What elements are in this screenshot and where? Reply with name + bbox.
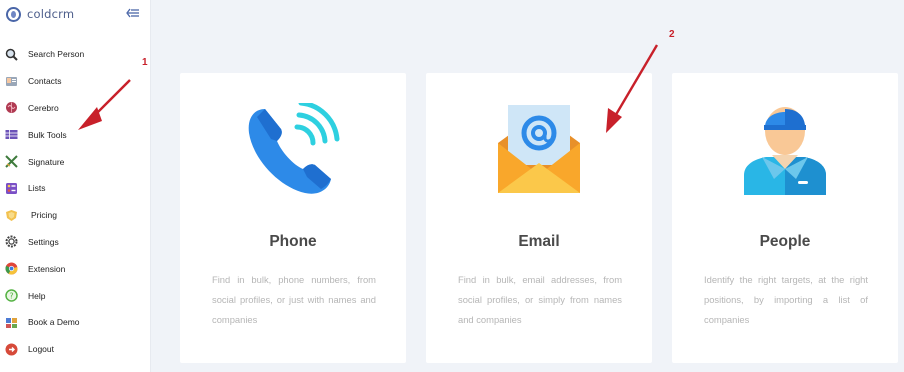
sidebar-item-extension[interactable]: Extension <box>0 255 151 282</box>
sidebar: coldcrm Search Person Contacts Cerebro B… <box>0 0 151 372</box>
bulk-tools-icon <box>5 130 18 140</box>
collapse-menu-icon[interactable] <box>126 6 140 20</box>
sidebar-item-cerebro[interactable]: Cerebro <box>0 95 151 122</box>
settings-icon <box>5 235 18 248</box>
lists-icon <box>6 182 17 194</box>
sidebar-item-book-a-demo[interactable]: Book a Demo <box>0 309 151 336</box>
card-title-phone: Phone <box>269 233 317 250</box>
brand-name: coldcrm <box>27 7 75 21</box>
search-person-icon <box>5 48 18 61</box>
signature-icon <box>5 155 18 168</box>
book-demo-icon <box>6 317 17 328</box>
sidebar-item-contacts[interactable]: Contacts <box>0 68 151 95</box>
sidebar-item-settings[interactable]: Settings <box>0 229 151 256</box>
annotation-label-2: 2 <box>669 29 675 40</box>
coldcrm-logo-icon <box>6 6 21 22</box>
pricing-icon <box>6 209 17 221</box>
sidebar-item-help[interactable]: ? Help <box>0 282 151 309</box>
card-title-people: People <box>759 233 811 250</box>
sidebar-nav: Search Person Contacts Cerebro Bulk Tool… <box>0 41 151 363</box>
person-icon <box>744 107 826 195</box>
sidebar-item-bulk-tools[interactable]: Bulk Tools <box>0 121 151 148</box>
sidebar-item-search-person[interactable]: Search Person <box>0 41 151 68</box>
contacts-icon <box>6 76 17 86</box>
card-description-people: Identify the right targets, at the right… <box>704 274 868 325</box>
people-card[interactable]: People Identify the right targets, at th… <box>672 73 898 363</box>
svg-text:?: ? <box>9 292 13 301</box>
extension-icon <box>5 262 18 275</box>
sidebar-item-lists[interactable]: Lists <box>0 175 151 202</box>
annotation-label-1: 1 <box>142 57 148 68</box>
sidebar-item-signature[interactable]: Signature <box>0 148 151 175</box>
card-description-email: Find in bulk, email addresses, from soci… <box>458 274 622 325</box>
email-card[interactable]: Email Find in bulk, email addresses, fro… <box>426 73 652 363</box>
sidebar-item-logout[interactable]: Logout <box>0 336 151 363</box>
help-icon: ? <box>5 289 18 302</box>
brand[interactable]: coldcrm <box>6 5 74 23</box>
email-envelope-icon <box>498 105 580 193</box>
phone-icon <box>248 103 340 194</box>
phone-card[interactable]: Phone Find in bulk, phone numbers, from … <box>180 73 406 363</box>
logout-icon <box>5 343 18 356</box>
cerebro-icon <box>6 102 17 114</box>
card-description-phone: Find in bulk, phone numbers, from social… <box>212 274 376 325</box>
sidebar-item-pricing[interactable]: Pricing <box>0 202 151 229</box>
card-title-email: Email <box>518 233 560 250</box>
